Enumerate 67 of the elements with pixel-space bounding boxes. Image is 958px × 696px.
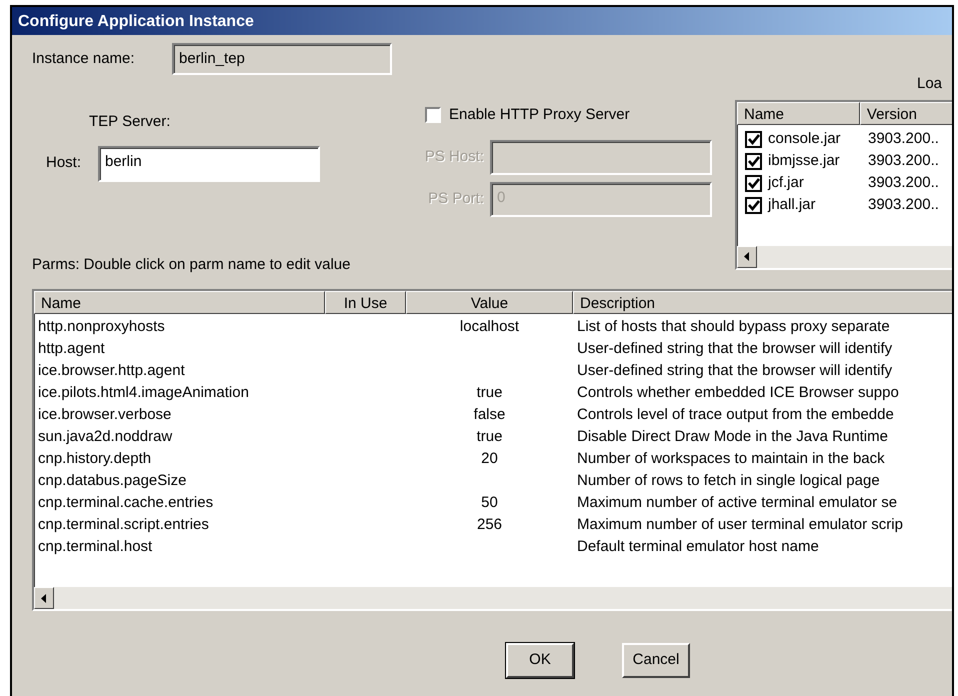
- input-field[interactable]: [490, 140, 712, 174]
- jar-version: 3903.200..: [868, 151, 939, 172]
- parm-name: cnp.terminal.host: [38, 538, 152, 555]
- parm-value: localhost: [460, 318, 520, 335]
- parm-name: sun.java2d.noddraw: [38, 428, 172, 445]
- ok-button[interactable]: OK: [506, 643, 574, 678]
- jar-version: 3903.200..: [868, 195, 939, 216]
- check-icon: [748, 200, 760, 211]
- column-header: In Use: [325, 291, 406, 314]
- parms-label: Parms: Double click on parm name to edit value: [32, 254, 350, 274]
- parm-description: Controls level of trace output from the embedde: [577, 406, 894, 423]
- column-header: Value: [406, 291, 573, 314]
- parm-value: false: [474, 406, 506, 423]
- window-title: Configure Application Instance: [12, 7, 952, 35]
- scroll-left-button[interactable]: [737, 246, 757, 268]
- parm-description: Maximum number of user terminal emulator scrip: [577, 516, 903, 533]
- parm-name: cnp.databus.pageSize: [38, 472, 186, 489]
- parm-name: http.nonproxyhosts: [38, 318, 165, 335]
- left-arrow-icon: [41, 594, 47, 602]
- parm-description: List of hosts that should bypass proxy separate: [577, 318, 890, 335]
- parm-name: cnp.history.depth: [38, 450, 152, 467]
- parm-description: Number of rows to fetch in single logical page: [577, 472, 880, 489]
- jar-name: console.jar: [768, 129, 842, 150]
- column-header: Name: [737, 102, 860, 124]
- parm-value: 20: [481, 450, 498, 467]
- parm-name: cnp.terminal.cache.entries: [38, 494, 214, 511]
- parm-description: Controls whether embedded ICE Browser suppo: [577, 384, 899, 401]
- jar-name: jhall.jar: [768, 195, 817, 216]
- parm-description: User-defined string that the browser will identify: [577, 340, 892, 357]
- parm-description: Disable Direct Draw Mode in the Java Runtime: [577, 428, 888, 445]
- column-header: Version: [860, 102, 952, 124]
- load-label: Loa: [917, 74, 942, 94]
- host-label: Host:: [46, 153, 82, 174]
- jar-version: 3903.200..: [868, 129, 939, 150]
- cancel-button[interactable]: Cancel: [622, 643, 690, 678]
- column-header: Description: [573, 291, 952, 314]
- parm-value: 256: [476, 516, 502, 533]
- check-icon: [748, 178, 760, 189]
- check-icon: [748, 156, 760, 167]
- jar-name: jcf.jar: [768, 173, 805, 194]
- parm-description: Maximum number of active terminal emulator se: [577, 494, 898, 511]
- instance-name-label: Instance name:: [32, 48, 136, 69]
- parm-name: ice.browser.verbose: [38, 406, 172, 423]
- checkbox[interactable]: [745, 153, 762, 170]
- parm-description: User-defined string that the browser will identify: [577, 362, 892, 379]
- checkbox[interactable]: [745, 197, 762, 214]
- checkbox[interactable]: [745, 175, 762, 192]
- parm-value: true: [476, 428, 502, 445]
- host-field[interactable]: berlin: [98, 146, 320, 182]
- column-header: Name: [34, 291, 325, 314]
- parm-name: ice.pilots.html4.imageAnimation: [38, 384, 249, 401]
- check-icon: [748, 134, 760, 145]
- scroll-left-button[interactable]: [34, 587, 54, 609]
- proxy-checkbox-label: Enable HTTP Proxy Server: [449, 105, 630, 125]
- parm-description: Number of workspaces to maintain in the back: [577, 450, 885, 467]
- jar-version: 3903.200..: [868, 173, 939, 194]
- parm-value: 50: [481, 494, 498, 511]
- parm-value: true: [476, 384, 502, 401]
- tep-server-label: TEP Server:: [89, 112, 172, 132]
- parm-name: ice.browser.http.agent: [38, 362, 185, 379]
- parm-name: http.agent: [38, 340, 105, 357]
- jar-name: ibmjsse.jar: [768, 151, 841, 172]
- checkbox[interactable]: [745, 131, 762, 148]
- checkbox[interactable]: [425, 107, 441, 124]
- parm-name: cnp.terminal.script.entries: [38, 516, 209, 533]
- left-arrow-icon: [744, 252, 750, 261]
- parm-description: Default terminal emulator host name: [577, 538, 819, 555]
